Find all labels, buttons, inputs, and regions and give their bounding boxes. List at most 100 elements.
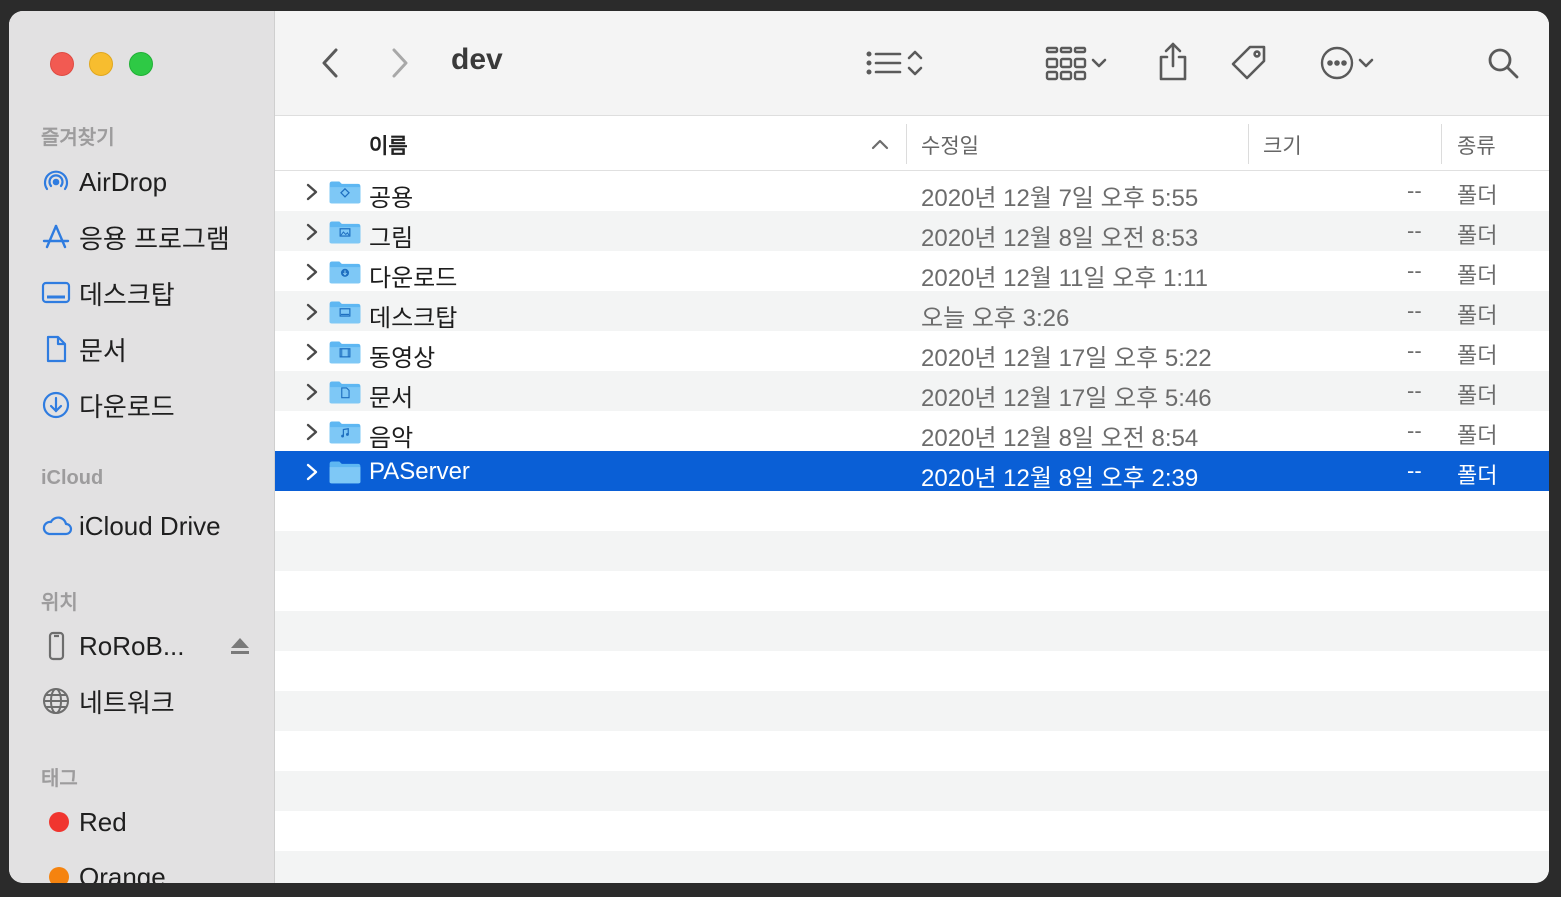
sidebar-tag-red[interactable]: Red: [41, 802, 261, 842]
sidebar-item-label: 데스크탑: [79, 279, 175, 310]
more-actions-button[interactable]: [1311, 43, 1385, 83]
column-divider[interactable]: [1248, 124, 1249, 164]
file-size: --: [1407, 458, 1422, 483]
sidebar: 즐겨찾기 AirDrop 응용 프로그램 데스크탑 문서 다운로드 iCloud…: [9, 11, 275, 883]
column-divider[interactable]: [1441, 124, 1442, 164]
file-kind: 폴더: [1457, 343, 1498, 368]
disclosure-chevron-icon[interactable]: [305, 263, 319, 286]
file-row[interactable]: 문서 2020년 12월 17일 오후 5:46 -- 폴더: [275, 371, 1549, 412]
file-size: --: [1407, 218, 1422, 243]
zoom-window-button[interactable]: [129, 52, 153, 76]
file-row[interactable]: 데스크탑 오늘 오후 3:26 -- 폴더: [275, 291, 1549, 332]
sidebar-item-label: 문서: [79, 335, 127, 366]
column-header-name[interactable]: 이름: [369, 130, 408, 160]
sidebar-item-desktop[interactable]: 데스크탑: [41, 273, 261, 313]
folder-icon: [328, 258, 362, 291]
folder-icon: [328, 338, 362, 371]
file-row[interactable]: 다운로드 2020년 12월 11일 오후 1:11 -- 폴더: [275, 251, 1549, 292]
file-size: --: [1407, 338, 1422, 363]
file-row[interactable]: PAServer 2020년 12월 8일 오후 2:39 -- 폴더: [275, 451, 1549, 492]
file-modified-date: 2020년 12월 17일 오후 5:46: [921, 385, 1212, 412]
sidebar-item-applications[interactable]: 응용 프로그램: [41, 217, 261, 257]
forward-button[interactable]: [385, 45, 415, 81]
file-row[interactable]: 공용 2020년 12월 7일 오후 5:55 -- 폴더: [275, 171, 1549, 212]
finder-window: 즐겨찾기 AirDrop 응용 프로그램 데스크탑 문서 다운로드 iCloud…: [9, 11, 1549, 883]
share-button[interactable]: [1153, 39, 1193, 85]
empty-row: [275, 491, 1549, 531]
phone-icon: [41, 631, 79, 661]
sidebar-item-network[interactable]: 네트워크: [41, 681, 261, 721]
disclosure-chevron-icon[interactable]: [305, 223, 319, 246]
column-header-size[interactable]: 크기: [1263, 130, 1302, 160]
folder-icon: [328, 418, 362, 451]
file-name: 그림: [369, 225, 414, 252]
sidebar-item-label: AirDrop: [79, 166, 168, 197]
empty-row: [275, 531, 1549, 571]
column-header-modified[interactable]: 수정일: [921, 130, 979, 160]
folder-icon: [328, 378, 362, 411]
sidebar-item-label: Red: [79, 806, 127, 837]
disclosure-chevron-icon[interactable]: [305, 423, 319, 446]
file-kind: 폴더: [1457, 383, 1498, 408]
file-row[interactable]: 음악 2020년 12월 8일 오전 8:54 -- 폴더: [275, 411, 1549, 452]
grid-icon: [1045, 46, 1087, 81]
sidebar-item-documents[interactable]: 문서: [41, 329, 261, 369]
file-modified-date: 2020년 12월 7일 오후 5:55: [921, 185, 1199, 212]
sidebar-tag-orange[interactable]: Orange: [41, 857, 261, 883]
sidebar-item-downloads[interactable]: 다운로드: [41, 385, 261, 425]
minimize-window-button[interactable]: [89, 52, 113, 76]
file-kind: 폴더: [1457, 263, 1498, 288]
column-divider[interactable]: [906, 124, 907, 164]
close-window-button[interactable]: [50, 52, 74, 76]
file-kind: 폴더: [1457, 463, 1498, 488]
file-size: --: [1407, 298, 1422, 323]
toolbar: dev: [275, 11, 1549, 116]
file-row[interactable]: 동영상 2020년 12월 17일 오후 5:22 -- 폴더: [275, 331, 1549, 372]
chevron-right-icon: [392, 48, 408, 78]
eject-icon[interactable]: [229, 636, 251, 661]
empty-row: [275, 571, 1549, 611]
disclosure-chevron-icon[interactable]: [305, 183, 319, 206]
file-modified-date: 오늘 오후 3:26: [921, 305, 1070, 332]
sidebar-section-tags: 태그: [41, 768, 78, 790]
tag-color-dot: [49, 867, 69, 883]
folder-icon: [328, 298, 362, 331]
search-icon: [1488, 48, 1519, 79]
file-name: 문서: [369, 385, 414, 412]
folder-icon: [328, 458, 362, 491]
disclosure-chevron-icon[interactable]: [305, 303, 319, 326]
list-view-icon: [866, 51, 902, 75]
empty-row: [275, 611, 1549, 651]
sidebar-item-airdrop[interactable]: AirDrop: [41, 162, 261, 202]
sidebar-item-label: 네트워크: [79, 687, 175, 718]
share-icon: [1159, 42, 1187, 81]
back-button[interactable]: [315, 45, 345, 81]
disclosure-chevron-icon[interactable]: [305, 343, 319, 366]
sort-ascending-icon[interactable]: [870, 137, 890, 151]
search-button[interactable]: [1483, 43, 1523, 83]
airdrop-icon: [41, 167, 79, 197]
cloud-icon: [41, 511, 79, 541]
folder-icon: [328, 218, 362, 251]
empty-row: [275, 811, 1549, 851]
sidebar-item-label: RoRoB...: [79, 630, 185, 661]
tag-icon: [1231, 45, 1266, 80]
disclosure-chevron-icon[interactable]: [305, 383, 319, 406]
view-options-button[interactable]: [855, 43, 935, 83]
sidebar-item-device[interactable]: RoRoB...: [41, 626, 261, 666]
file-size: --: [1407, 178, 1422, 203]
window-title: dev: [451, 43, 503, 76]
column-header-kind[interactable]: 종류: [1457, 130, 1496, 160]
tag-button[interactable]: [1227, 41, 1271, 85]
chevron-left-icon: [322, 48, 338, 78]
sidebar-item-icloud-drive[interactable]: iCloud Drive: [41, 506, 261, 546]
globe-icon: [41, 686, 79, 716]
empty-row: [275, 731, 1549, 771]
group-button[interactable]: [1035, 43, 1119, 83]
tag-color-dot: [49, 812, 69, 832]
file-modified-date: 2020년 12월 11일 오후 1:11: [921, 265, 1209, 292]
sidebar-item-label: 응용 프로그램: [79, 223, 230, 254]
disclosure-chevron-icon[interactable]: [305, 463, 319, 486]
empty-row: [275, 771, 1549, 811]
file-row[interactable]: 그림 2020년 12월 8일 오전 8:53 -- 폴더: [275, 211, 1549, 252]
